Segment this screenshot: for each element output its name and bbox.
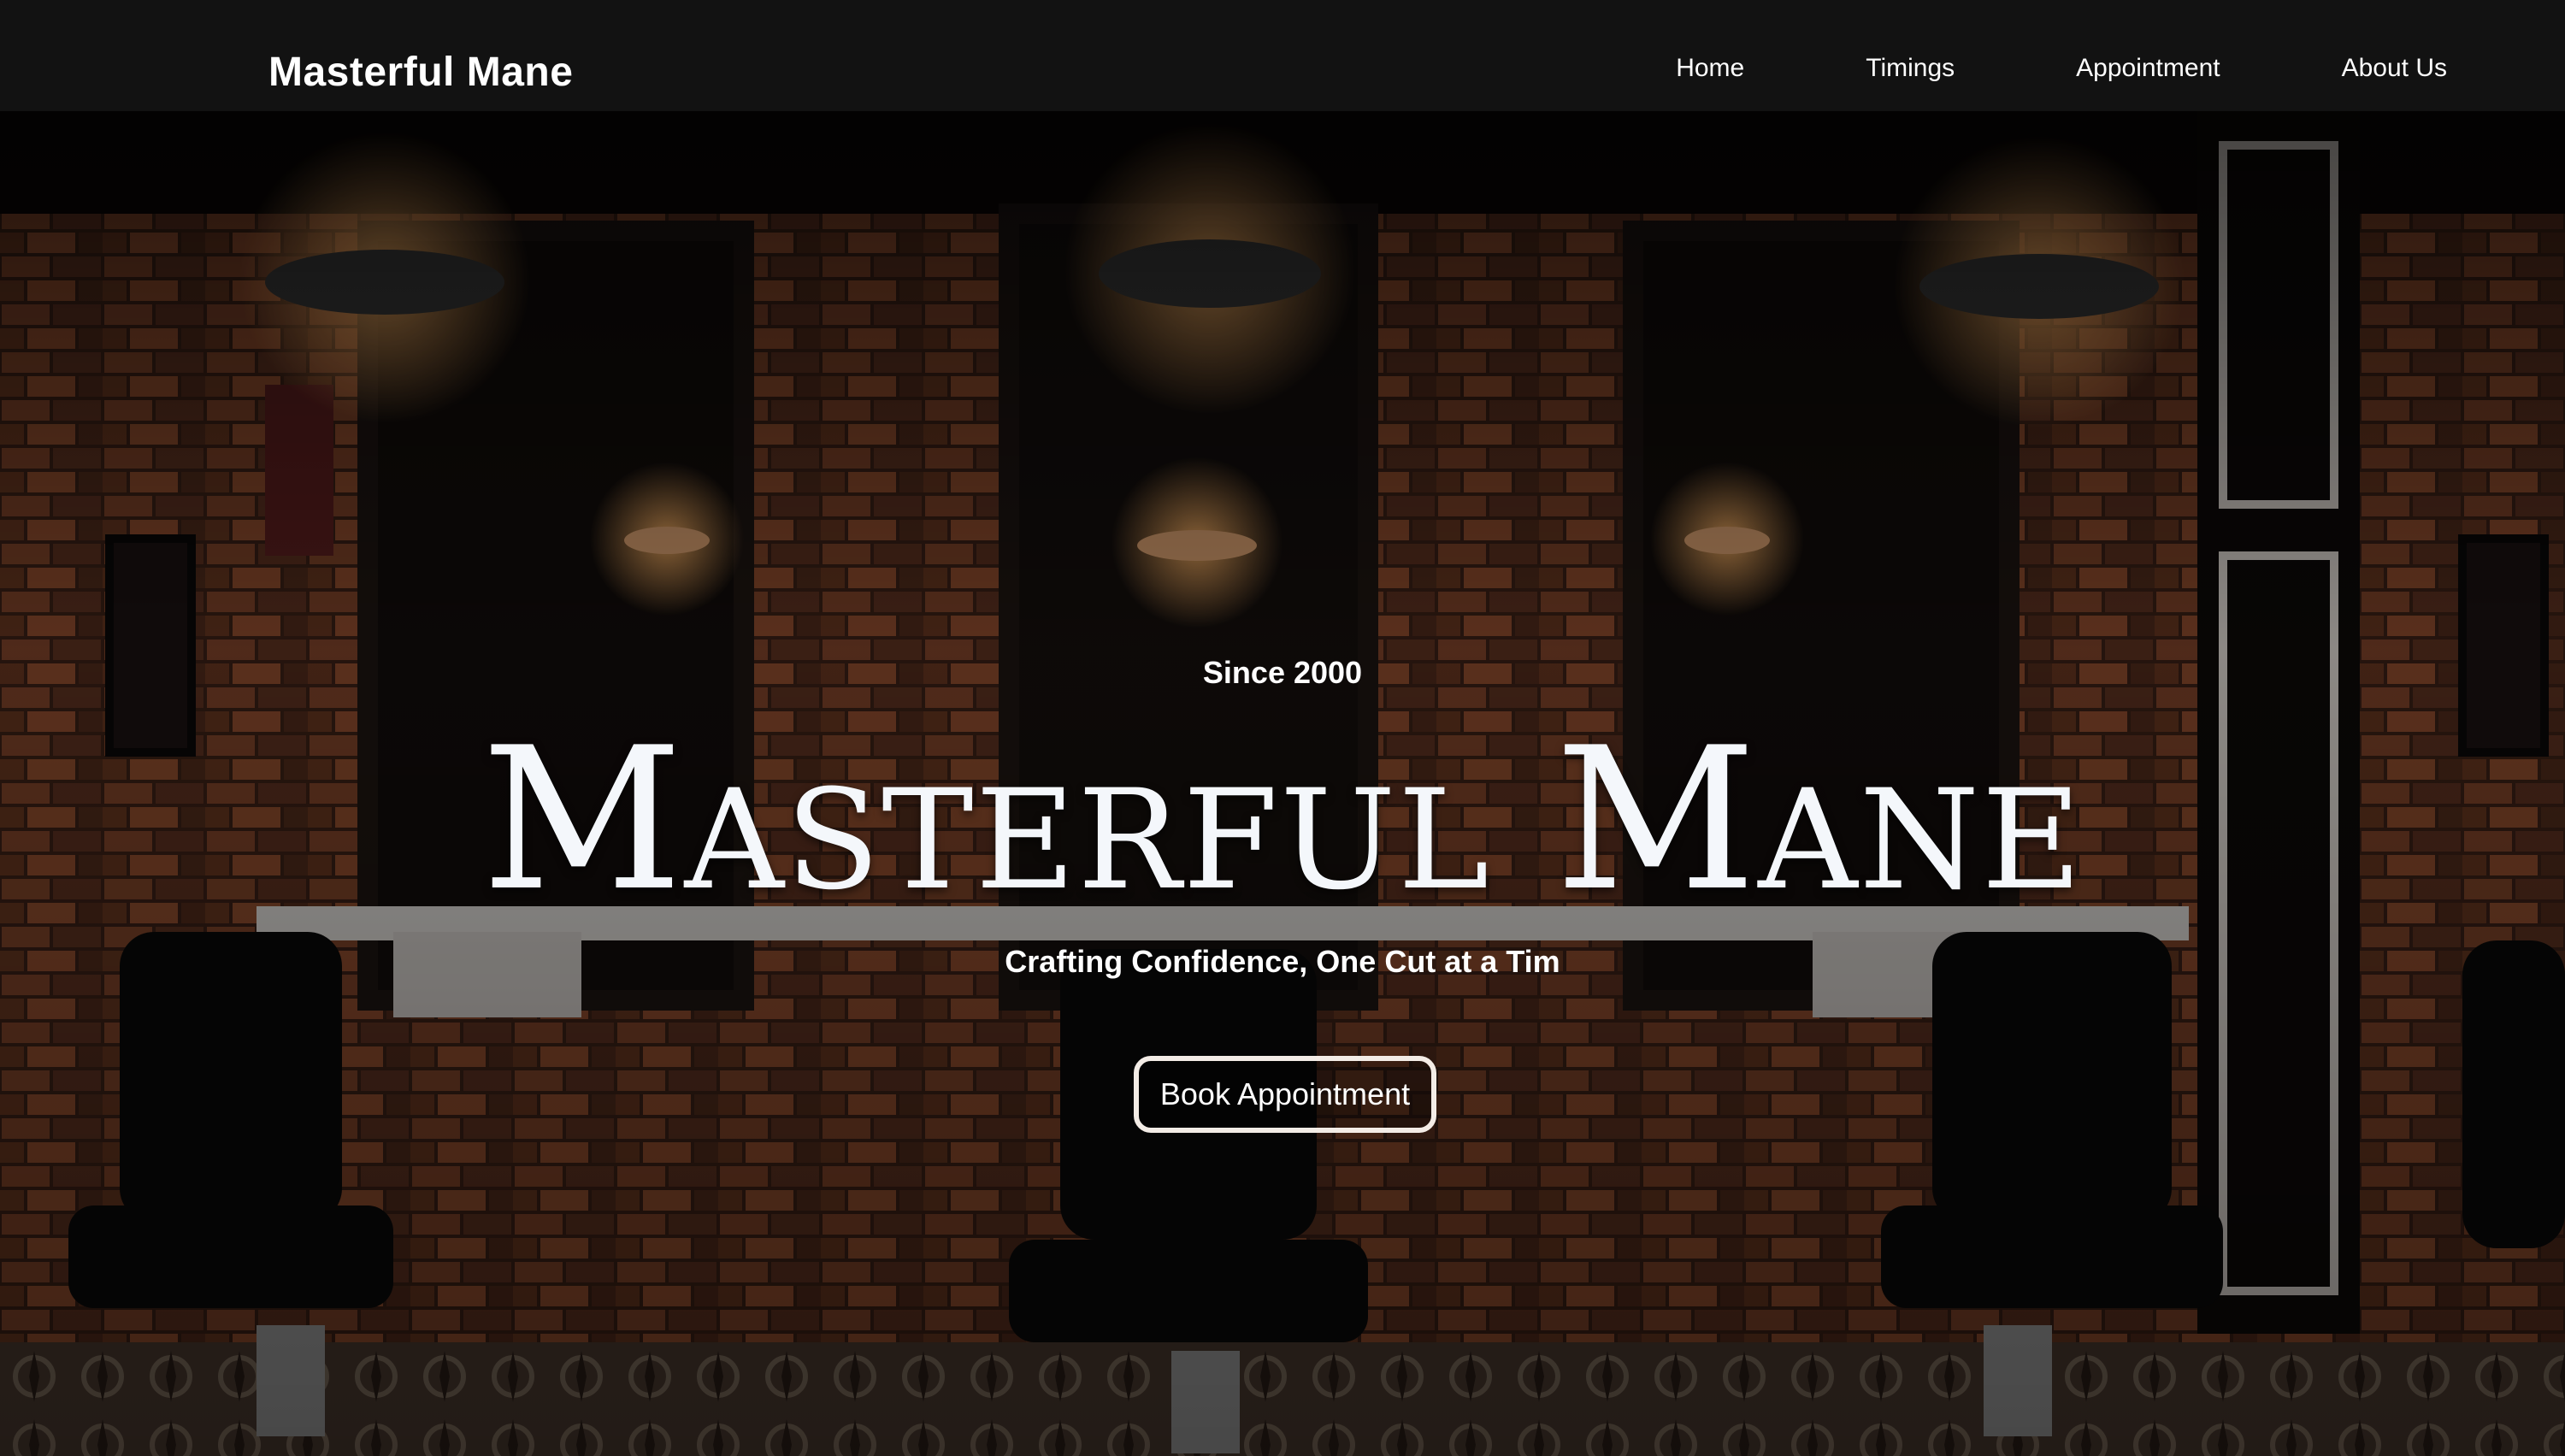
navbar: Masterful Mane Home Timings Appointment … <box>0 0 2565 111</box>
hero-content: Since 2000 Masterful Mane Crafting Confi… <box>0 111 2565 1456</box>
nav-links: Home Timings Appointment About Us <box>1676 51 2447 85</box>
hero-tagline: Crafting Confidence, One Cut at a Tim <box>1005 944 1560 979</box>
nav-timings[interactable]: Timings <box>1866 51 1955 85</box>
hero-title: Masterful Mane <box>481 706 2084 934</box>
nav-home[interactable]: Home <box>1676 51 1744 85</box>
nav-about-us[interactable]: About Us <box>2342 51 2447 85</box>
nav-appointment[interactable]: Appointment <box>2076 51 2220 85</box>
hero-section: Since 2000 Masterful Mane Crafting Confi… <box>0 111 2565 1456</box>
book-appointment-button[interactable]: Book Appointment <box>1134 1056 1436 1133</box>
since-label: Since 2000 <box>1202 655 1363 690</box>
brand-logo[interactable]: Masterful Mane <box>268 43 573 103</box>
